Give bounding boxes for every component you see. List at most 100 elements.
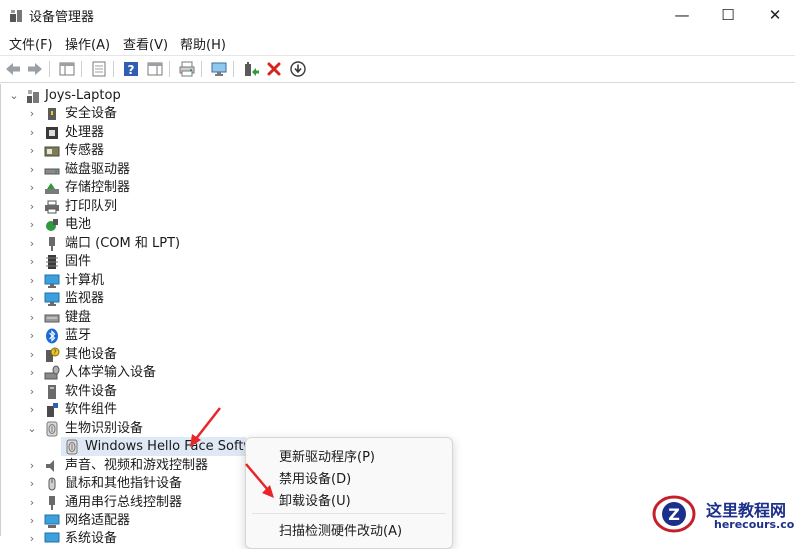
root-label: Joys-Laptop xyxy=(45,88,121,103)
bluetooth-icon xyxy=(46,328,58,344)
action-pane-icon[interactable] xyxy=(146,60,164,78)
tree-item-label: 通用串行总线控制器 xyxy=(65,495,183,510)
tree-item-label: 生物识别设备 xyxy=(65,421,144,436)
svg-text:Z: Z xyxy=(668,505,680,524)
chevron-right-icon[interactable]: › xyxy=(27,494,37,512)
tree-item-label: 端口 (COM 和 LPT) xyxy=(65,236,181,251)
scan-hardware-icon[interactable] xyxy=(210,60,228,78)
tree-item-label: 监视器 xyxy=(65,291,105,306)
tree-item-label: 其他设备 xyxy=(65,347,118,362)
chevron-right-icon[interactable]: › xyxy=(27,530,37,548)
forward-arrow-icon[interactable] xyxy=(26,60,44,78)
minimize-button[interactable]: — xyxy=(659,0,705,30)
chevron-right-icon[interactable]: › xyxy=(27,161,37,179)
watermark-site: herecours.com xyxy=(714,518,795,531)
context-menu: 更新驱动程序(P) 禁用设备(D) 卸载设备(U) 扫描检测硬件改动(A) xyxy=(245,437,453,549)
chevron-down-icon[interactable]: ⌄ xyxy=(27,420,37,438)
processor-icon xyxy=(46,127,58,139)
tree-item-label: 蓝牙 xyxy=(65,328,92,343)
tree-item-label: 安全设备 xyxy=(65,106,118,121)
fingerprint-icon xyxy=(66,439,78,455)
chevron-right-icon[interactable]: › xyxy=(27,179,37,197)
toolbar-separator xyxy=(81,61,82,77)
print-icon[interactable] xyxy=(178,60,196,78)
show-hide-console-tree-icon[interactable] xyxy=(58,60,76,78)
keyboard-icon xyxy=(44,314,60,323)
update-driver-icon[interactable] xyxy=(242,60,260,78)
tree-item-label: 打印队列 xyxy=(65,199,118,214)
tree-item-label: 网络适配器 xyxy=(65,513,131,528)
usb-icon xyxy=(49,496,55,510)
chevron-right-icon[interactable]: › xyxy=(27,512,37,530)
tree-item-label: 键盘 xyxy=(65,310,92,325)
chevron-right-icon[interactable]: › xyxy=(27,309,37,327)
svg-text:?: ? xyxy=(53,349,57,357)
storage-controller-icon xyxy=(45,183,59,194)
menu-view[interactable]: 查看(V) xyxy=(123,34,168,53)
toolbar-separator xyxy=(113,61,114,77)
security-device-icon xyxy=(48,108,56,120)
port-icon xyxy=(49,237,55,251)
menu-bar: 文件(F) 操作(A) 查看(V) 帮助(H) xyxy=(0,31,795,53)
tree-item-label: 软件组件 xyxy=(65,402,118,417)
back-arrow-icon[interactable] xyxy=(4,60,22,78)
menu-item-scan-hardware[interactable]: 扫描检测硬件改动(A) xyxy=(279,520,402,539)
computer-icon xyxy=(44,274,60,288)
chevron-right-icon[interactable]: › xyxy=(27,364,37,382)
download-circle-icon[interactable] xyxy=(289,60,307,78)
tree-item-label: 传感器 xyxy=(65,143,105,158)
chevron-right-icon[interactable]: › xyxy=(27,475,37,493)
monitor-icon xyxy=(44,292,60,306)
chevron-right-icon[interactable]: › xyxy=(27,401,37,419)
hid-icon xyxy=(44,365,60,380)
chevron-right-icon[interactable]: › xyxy=(27,290,37,308)
menu-file[interactable]: 文件(F) xyxy=(9,34,53,53)
chevron-right-icon[interactable]: › xyxy=(27,142,37,160)
properties-icon[interactable] xyxy=(90,60,108,78)
menu-item-update-driver[interactable]: 更新驱动程序(P) xyxy=(279,446,375,465)
chevron-right-icon[interactable]: › xyxy=(27,383,37,401)
uninstall-x-icon[interactable] xyxy=(265,60,283,78)
menu-item-uninstall-device[interactable]: 卸载设备(U) xyxy=(279,490,351,509)
tree-item-label: 存储控制器 xyxy=(65,180,131,195)
chevron-down-icon[interactable]: ⌄ xyxy=(9,87,19,105)
tree-item-label: 系统设备 xyxy=(65,531,118,546)
menu-item-disable-device[interactable]: 禁用设备(D) xyxy=(279,468,351,487)
chevron-right-icon[interactable]: › xyxy=(27,198,37,216)
chevron-right-icon[interactable]: › xyxy=(27,346,37,364)
tree-item-label: 鼠标和其他指针设备 xyxy=(65,476,183,491)
chevron-right-icon[interactable]: › xyxy=(27,216,37,234)
help-icon[interactable]: ? xyxy=(122,60,140,78)
network-adapter-icon xyxy=(44,514,60,528)
menu-help[interactable]: 帮助(H) xyxy=(180,34,226,53)
window-title: 设备管理器 xyxy=(29,10,95,25)
title-bar: 设备管理器 — ☐ ✕ xyxy=(0,0,795,30)
toolbar-separator xyxy=(169,61,170,77)
computer-tree-icon xyxy=(27,90,39,103)
chevron-right-icon[interactable]: › xyxy=(27,327,37,345)
other-device-icon: ? xyxy=(46,347,60,362)
toolbar-separator xyxy=(201,61,202,77)
chevron-right-icon[interactable]: › xyxy=(27,272,37,290)
tree-item-label: 软件设备 xyxy=(65,384,118,399)
fingerprint-icon xyxy=(46,421,58,437)
tree-item-label: Windows Hello Face Softwar xyxy=(85,439,268,454)
chevron-right-icon[interactable]: › xyxy=(27,457,37,475)
close-button[interactable]: ✕ xyxy=(752,0,795,30)
battery-icon xyxy=(46,219,58,231)
software-component-icon xyxy=(47,403,58,417)
chevron-right-icon[interactable]: › xyxy=(27,124,37,142)
chevron-right-icon[interactable]: › xyxy=(27,235,37,253)
printer-icon xyxy=(45,200,59,214)
maximize-button[interactable]: ☐ xyxy=(705,0,751,30)
software-device-icon xyxy=(48,385,56,399)
menu-action[interactable]: 操作(A) xyxy=(65,34,110,53)
chevron-right-icon[interactable]: › xyxy=(27,105,37,123)
tree-item-label: 磁盘驱动器 xyxy=(65,162,131,177)
chevron-right-icon[interactable]: › xyxy=(27,253,37,271)
logo-icon: Z xyxy=(652,495,696,533)
speaker-icon xyxy=(46,460,54,472)
tree-item-label: 固件 xyxy=(65,254,92,269)
tree-item-label: 人体学输入设备 xyxy=(65,365,157,380)
firmware-icon xyxy=(46,255,58,269)
